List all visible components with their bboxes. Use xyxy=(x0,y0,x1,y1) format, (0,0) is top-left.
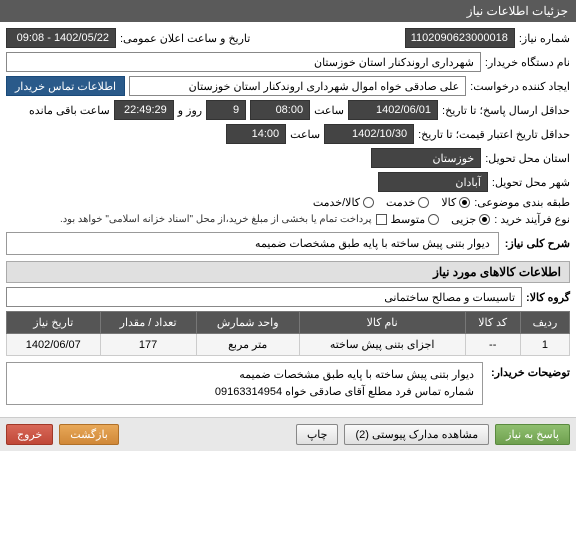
province-field: خوزستان xyxy=(371,148,481,168)
validity-time-field: 14:00 xyxy=(226,124,286,144)
process-radio-group: جزیی متوسط xyxy=(391,213,491,226)
th-code: کد کالا xyxy=(465,312,520,334)
city-label: شهر محل تحویل: xyxy=(492,176,570,189)
validity-date-field: 1402/10/30 xyxy=(324,124,414,144)
buyer-notes-line2: شماره تماس فرد مطلع آقای صادقی خواه 0916… xyxy=(15,384,474,401)
cell-name: اجزای بتنی پیش ساخته xyxy=(299,334,465,356)
buyer-org-label: نام دستگاه خریدار: xyxy=(485,56,570,69)
footer-toolbar: پاسخ به نیاز مشاهده مدارک پیوستی (2) چاپ… xyxy=(0,417,576,451)
radio-icon xyxy=(418,197,429,208)
radio-icon xyxy=(363,197,374,208)
buyer-notes-label: توضیحات خریدار: xyxy=(491,362,570,405)
group-field: تاسیسات و مصالح ساختمانی xyxy=(6,287,522,307)
deadline-time-field: 08:00 xyxy=(250,100,310,120)
th-qty: تعداد / مقدار xyxy=(100,312,196,334)
contact-buyer-button[interactable]: اطلاعات تماس خریدار xyxy=(6,76,125,96)
requester-label: ایجاد کننده درخواست: xyxy=(470,80,570,93)
table-header-row: ردیف کد کالا نام کالا واحد شمارش تعداد /… xyxy=(7,312,570,334)
radio-goods[interactable]: کالا xyxy=(441,196,470,209)
treasury-checkbox[interactable] xyxy=(376,214,387,225)
category-label: طبقه بندی موضوعی: xyxy=(474,196,570,209)
buyer-org-field: شهرداری اروندکنار استان خوزستان xyxy=(6,52,481,72)
radio-medium[interactable]: متوسط xyxy=(391,213,440,226)
time-label-1: ساعت xyxy=(314,104,344,117)
radio-partial[interactable]: جزیی xyxy=(451,213,490,226)
process-label: نوع فرآیند خرید : xyxy=(494,213,570,226)
days-label: روز و xyxy=(178,104,202,117)
city-field: آبادان xyxy=(378,172,488,192)
th-name: نام کالا xyxy=(299,312,465,334)
days-field: 9 xyxy=(206,100,246,120)
need-number-label: شماره نیاز: xyxy=(519,32,570,45)
announce-label: تاریخ و ساعت اعلان عمومی: xyxy=(120,32,250,45)
form-content: شماره نیاز: 1102090623000018 تاریخ و ساع… xyxy=(0,22,576,417)
cell-qty: 177 xyxy=(100,334,196,356)
time-label-2: ساعت xyxy=(290,128,320,141)
items-table: ردیف کد کالا نام کالا واحد شمارش تعداد /… xyxy=(6,311,570,356)
cell-code: -- xyxy=(465,334,520,356)
remain-label: ساعت باقی مانده xyxy=(29,104,110,117)
group-label: گروه کالا: xyxy=(526,291,570,304)
buyer-notes-box: دیوار بتنی پیش ساخته با پایه طبق مشخصات … xyxy=(6,362,483,405)
validity-label: حداقل تاریخ اعتبار قیمت؛ تا تاریخ: xyxy=(418,128,570,141)
table-row: 1 -- اجزای بتنی پیش ساخته متر مربع 177 1… xyxy=(7,334,570,356)
back-button[interactable]: بازگشت xyxy=(59,424,119,445)
radio-service[interactable]: خدمت xyxy=(386,196,429,209)
desc-label: شرح کلی نیاز: xyxy=(505,237,570,250)
province-label: استان محل تحویل: xyxy=(485,152,570,165)
need-number-field: 1102090623000018 xyxy=(405,28,515,48)
window-titlebar: جزئیات اطلاعات نیاز xyxy=(0,0,576,22)
cell-date: 1402/06/07 xyxy=(7,334,101,356)
window-title: جزئیات اطلاعات نیاز xyxy=(467,4,568,18)
requester-field: علی صادقی خواه اموال شهرداری اروندکنار ا… xyxy=(129,76,466,96)
buyer-notes-line1: دیوار بتنی پیش ساخته با پایه طبق مشخصات … xyxy=(15,367,474,384)
respond-button[interactable]: پاسخ به نیاز xyxy=(495,424,570,445)
th-unit: واحد شمارش xyxy=(196,312,299,334)
print-button[interactable]: چاپ xyxy=(296,424,339,445)
remain-time-field: 22:49:29 xyxy=(114,100,174,120)
radio-icon xyxy=(459,197,470,208)
announce-field: 1402/05/22 - 09:08 xyxy=(6,28,116,48)
radio-icon xyxy=(428,214,439,225)
exit-button[interactable]: خروج xyxy=(6,424,53,445)
deadline-label: حداقل ارسال پاسخ؛ تا تاریخ: xyxy=(442,104,570,117)
deadline-date-field: 1402/06/01 xyxy=(348,100,438,120)
radio-goods-service[interactable]: کالا/خدمت xyxy=(313,196,374,209)
payment-note: پرداخت تمام یا بخشی از مبلغ خرید،از محل … xyxy=(60,214,372,225)
items-section-heading: اطلاعات کالاهای مورد نیاز xyxy=(6,261,570,283)
cell-unit: متر مربع xyxy=(196,334,299,356)
th-date: تاریخ نیاز xyxy=(7,312,101,334)
cell-row: 1 xyxy=(520,334,569,356)
th-row: ردیف xyxy=(520,312,569,334)
category-radio-group: کالا خدمت کالا/خدمت xyxy=(313,196,470,209)
radio-icon xyxy=(479,214,490,225)
attachments-button[interactable]: مشاهده مدارک پیوستی (2) xyxy=(344,424,489,445)
desc-box: دیوار بتنی پیش ساخته با پایه طبق مشخصات … xyxy=(6,232,499,255)
